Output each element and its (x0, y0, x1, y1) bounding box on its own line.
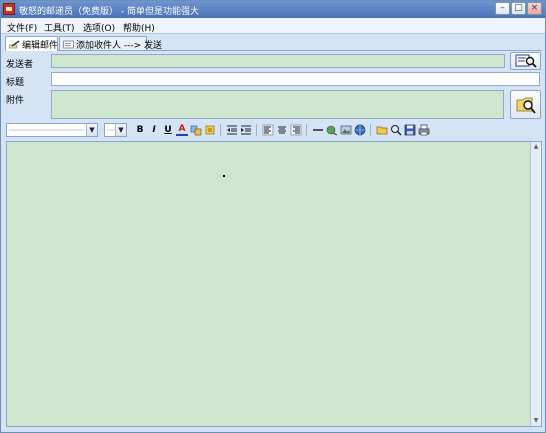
toolbar-separator (256, 124, 257, 136)
subject-field[interactable] (51, 72, 540, 86)
font-family-select[interactable]: ▼ (6, 123, 98, 137)
format-icon[interactable] (204, 124, 216, 136)
toolbar-separator (220, 124, 221, 136)
close-button[interactable]: × (527, 2, 542, 15)
attachment-search-icon (516, 97, 536, 114)
edit-icon (8, 40, 20, 49)
address-card-icon (63, 40, 74, 49)
title-bar: 敬怒的邮递员（免费版） - 简单但是功能强大 – □ × (1, 1, 545, 18)
text-cursor (223, 175, 225, 177)
save-icon[interactable] (404, 124, 416, 136)
tab-edit-mail[interactable]: 编辑邮件 (5, 36, 58, 51)
tab-divider (5, 50, 542, 51)
italic-icon[interactable]: I (148, 124, 160, 136)
underline-icon[interactable]: U (162, 124, 174, 136)
address-book-icon (515, 54, 537, 68)
menu-file[interactable]: 文件(F) (7, 21, 37, 34)
scroll-up-arrow-icon[interactable]: ▲ (531, 142, 541, 152)
font-family-value (9, 129, 84, 131)
sender-field[interactable] (51, 54, 505, 68)
insert-link-icon[interactable] (326, 124, 338, 136)
window-title: 敬怒的邮递员（免费版） - 简单但是功能强大 (19, 7, 199, 17)
address-book-button[interactable] (510, 52, 541, 70)
toolbar-separator (306, 124, 307, 136)
indent-icon[interactable] (240, 124, 252, 136)
attachment-field[interactable] (51, 90, 504, 119)
bold-icon[interactable]: B (134, 124, 146, 136)
add-attachment-button[interactable] (510, 90, 541, 119)
chevron-down-icon: ▼ (115, 124, 126, 136)
open-folder-icon[interactable] (376, 124, 388, 136)
align-right-icon[interactable] (290, 124, 302, 136)
align-center-icon[interactable] (276, 124, 288, 136)
scroll-down-arrow-icon[interactable]: ▼ (531, 416, 541, 426)
app-icon (3, 3, 15, 15)
minimize-button[interactable]: – (495, 2, 510, 15)
toolbar-separator (370, 124, 371, 136)
menu-bar: 文件(F) 工具(T) 选项(O) 帮助(H) (1, 18, 545, 34)
search-icon[interactable] (390, 124, 402, 136)
font-size-value (107, 129, 115, 131)
world-icon[interactable] (354, 124, 366, 136)
chevron-down-icon: ▼ (86, 124, 97, 136)
horizontal-rule-icon[interactable] (312, 124, 324, 136)
format-toolbar: ▼ ▼ B I U A (6, 122, 543, 138)
editor-scrollbar[interactable]: ▲ ▼ (530, 142, 541, 426)
print-icon[interactable] (418, 124, 430, 136)
tab-add-recipients-send[interactable]: 添加收件人 ---> 发送 (59, 36, 162, 51)
maximize-button[interactable]: □ (511, 2, 526, 15)
font-size-select[interactable]: ▼ (104, 123, 127, 137)
tab-edit-mail-label: 编辑邮件 (22, 41, 59, 51)
insert-image-icon[interactable] (340, 124, 352, 136)
menu-options[interactable]: 选项(O) (83, 21, 115, 34)
app-window: 敬怒的邮递员（免费版） - 简单但是功能强大 – □ × 文件(F) 工具(T)… (0, 0, 546, 433)
attachment-label: 附件 (6, 96, 25, 106)
message-editor[interactable]: ▲ ▼ (6, 141, 542, 427)
sender-label: 发送者 (6, 60, 34, 70)
highlight-icon[interactable] (190, 124, 202, 136)
subject-label: 标题 (6, 78, 25, 88)
font-color-icon[interactable]: A (176, 124, 188, 136)
align-left-icon[interactable] (262, 124, 274, 136)
menu-help[interactable]: 帮助(H) (123, 21, 155, 34)
window-controls: – □ × (495, 2, 542, 16)
outdent-icon[interactable] (226, 124, 238, 136)
menu-tools[interactable]: 工具(T) (44, 21, 75, 34)
